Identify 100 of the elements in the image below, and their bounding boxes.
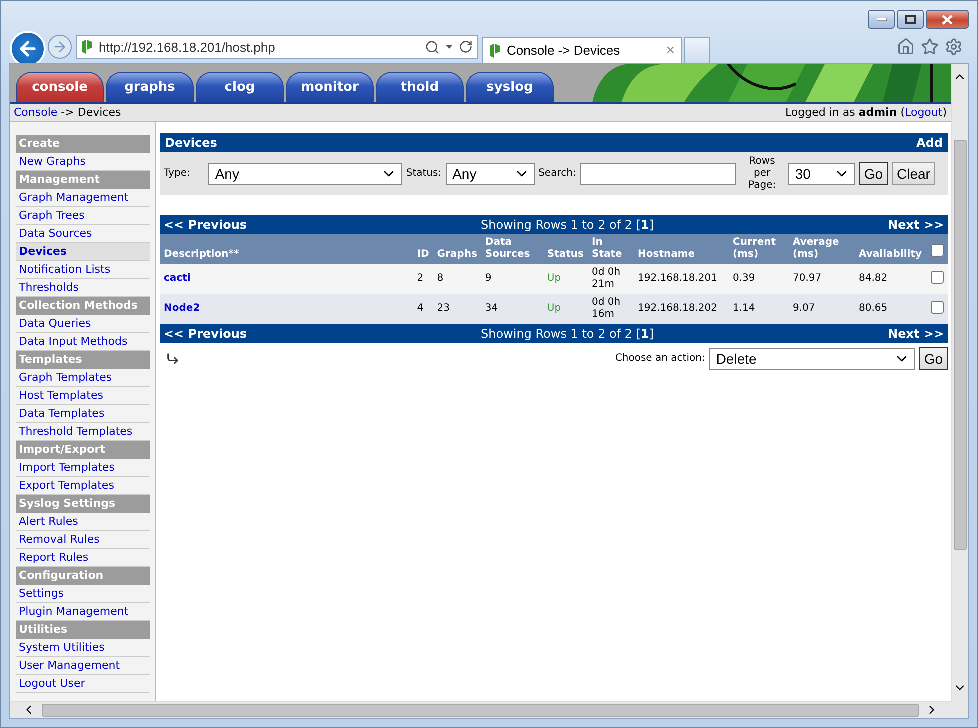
column-header[interactable]: Hostname xyxy=(634,234,729,264)
scroll-thumb[interactable] xyxy=(954,140,966,550)
previous-link[interactable]: << Previous xyxy=(164,326,248,340)
maximize-button[interactable] xyxy=(897,10,924,29)
sidebar-heading: Utilities xyxy=(16,621,150,639)
action-go-button[interactable]: Go xyxy=(919,347,948,370)
address-field[interactable]: http://192.168.18.201/host.php xyxy=(76,35,478,59)
sidebar-item[interactable]: Host Templates xyxy=(16,387,150,405)
sidebar-item[interactable]: System Utilities xyxy=(16,639,150,657)
close-icon xyxy=(942,14,953,24)
sidebar-item[interactable]: Data Templates xyxy=(16,405,150,423)
column-header[interactable]: ID xyxy=(413,234,434,264)
table-cell: 1.14 xyxy=(729,294,789,324)
sidebar-item[interactable]: Logout User xyxy=(16,675,150,693)
scroll-thumb[interactable] xyxy=(42,704,919,716)
minimize-button[interactable] xyxy=(868,10,895,29)
sidebar-item[interactable]: Graph Management xyxy=(16,189,150,207)
logout-link[interactable]: Logout xyxy=(905,106,943,119)
sidebar-heading: Syslog Settings xyxy=(16,495,150,513)
corner-arrow-icon xyxy=(166,352,180,366)
row-checkbox[interactable] xyxy=(931,270,944,284)
action-label: Choose an action: xyxy=(615,353,706,364)
column-header[interactable]: Description** xyxy=(160,234,414,264)
table-cell: Up xyxy=(543,264,588,294)
maximize-icon xyxy=(905,15,916,24)
login-text-end: ) xyxy=(942,106,947,119)
rows-info: Showing Rows 1 to 2 of 2 [1] xyxy=(480,326,656,340)
previous-link[interactable]: << Previous xyxy=(164,218,248,232)
star-icon[interactable] xyxy=(921,38,939,56)
column-header[interactable]: Availability xyxy=(855,234,927,264)
device-link[interactable]: cacti xyxy=(164,273,191,284)
sidebar-item[interactable]: Graph Trees xyxy=(16,207,150,225)
table-cell: 84.82 xyxy=(855,264,927,294)
sidebar-heading: Collection Methods xyxy=(16,297,150,315)
nav-tab[interactable]: graphs xyxy=(106,72,194,102)
search-icon[interactable] xyxy=(425,40,440,54)
column-header[interactable]: Data Sources xyxy=(481,234,544,264)
nav-tab[interactable]: console xyxy=(16,72,104,102)
rows-info: Showing Rows 1 to 2 of 2 [1] xyxy=(480,218,656,232)
table-cell: 9.07 xyxy=(789,294,855,324)
type-select[interactable]: Any xyxy=(208,162,402,184)
next-link[interactable]: Next >> xyxy=(888,326,944,340)
rows-per-page-label: Rows per Page: xyxy=(748,156,778,192)
column-header[interactable]: Graphs xyxy=(433,234,482,264)
sidebar-heading: Templates xyxy=(16,351,150,369)
table-cell: 9 xyxy=(481,264,544,294)
table-cell: 8 xyxy=(433,264,482,294)
vertical-scrollbar[interactable] xyxy=(951,64,968,701)
column-header[interactable]: Average (ms) xyxy=(789,234,855,264)
nav-tab[interactable]: thold xyxy=(376,72,464,102)
sidebar-heading: Import/Export xyxy=(16,441,150,459)
column-header[interactable]: In State xyxy=(588,234,634,264)
column-header[interactable]: Status xyxy=(543,234,588,264)
nav-tab[interactable]: syslog xyxy=(466,72,554,102)
dropdown-icon[interactable] xyxy=(446,44,453,50)
sidebar-item[interactable]: Settings xyxy=(16,585,150,603)
clear-button[interactable]: Clear xyxy=(892,162,936,185)
close-button[interactable] xyxy=(926,10,969,29)
sidebar-heading: Create xyxy=(16,135,150,153)
horizontal-scrollbar[interactable] xyxy=(10,701,951,718)
table-cell: 192.168.18.201 xyxy=(634,264,729,294)
login-text: Logged in as admin ( xyxy=(785,106,906,119)
minimize-icon xyxy=(876,18,886,22)
breadcrumb-text: -> Devices xyxy=(60,106,122,119)
action-select[interactable]: Delete xyxy=(709,348,916,370)
site-icon xyxy=(489,42,501,58)
sidebar-item[interactable]: Alert Rules xyxy=(16,513,150,531)
row-checkbox[interactable] xyxy=(931,300,944,314)
settings-icon[interactable] xyxy=(945,38,963,56)
refresh-icon[interactable] xyxy=(459,40,473,54)
table-cell: 70.97 xyxy=(789,264,855,294)
type-label: Type: xyxy=(164,168,190,179)
sidebar-item[interactable]: Devices xyxy=(16,243,150,261)
home-icon[interactable] xyxy=(897,38,915,56)
sidebar-item[interactable]: Import Templates xyxy=(16,459,150,477)
browser-tab[interactable]: Console -> Devices × xyxy=(482,37,682,63)
forward-button[interactable] xyxy=(48,35,72,59)
tab-close-button[interactable]: × xyxy=(666,42,675,59)
table-cell: 2 xyxy=(413,264,434,294)
nav-tab[interactable]: monitor xyxy=(286,72,374,102)
column-header[interactable]: Current (ms) xyxy=(729,234,789,264)
sidebar-item[interactable]: Notification Lists xyxy=(16,261,150,279)
go-button[interactable]: Go xyxy=(859,162,888,185)
device-link[interactable]: Node2 xyxy=(164,303,200,314)
forward-arrow-icon xyxy=(52,39,68,55)
rows-per-page-select[interactable]: 30 xyxy=(788,162,856,184)
sidebar-item[interactable]: User Management xyxy=(16,657,150,675)
sidebar-item[interactable]: Graph Templates xyxy=(16,369,150,387)
sidebar-item[interactable]: Removal Rules xyxy=(16,531,150,549)
search-field[interactable] xyxy=(580,162,736,184)
add-link[interactable]: Add xyxy=(916,136,943,150)
sidebar-item[interactable]: Data Queries xyxy=(16,315,150,333)
nav-tab[interactable]: clog xyxy=(196,72,284,102)
status-select[interactable]: Any xyxy=(446,162,535,184)
next-link[interactable]: Next >> xyxy=(888,218,944,232)
breadcrumb-link[interactable]: Console xyxy=(14,106,58,119)
status-label: Status: xyxy=(406,168,442,179)
table-cell: 0.39 xyxy=(729,264,789,294)
select-all-checkbox[interactable] xyxy=(931,244,944,257)
table-cell: 0d 0h 21m xyxy=(588,264,634,294)
